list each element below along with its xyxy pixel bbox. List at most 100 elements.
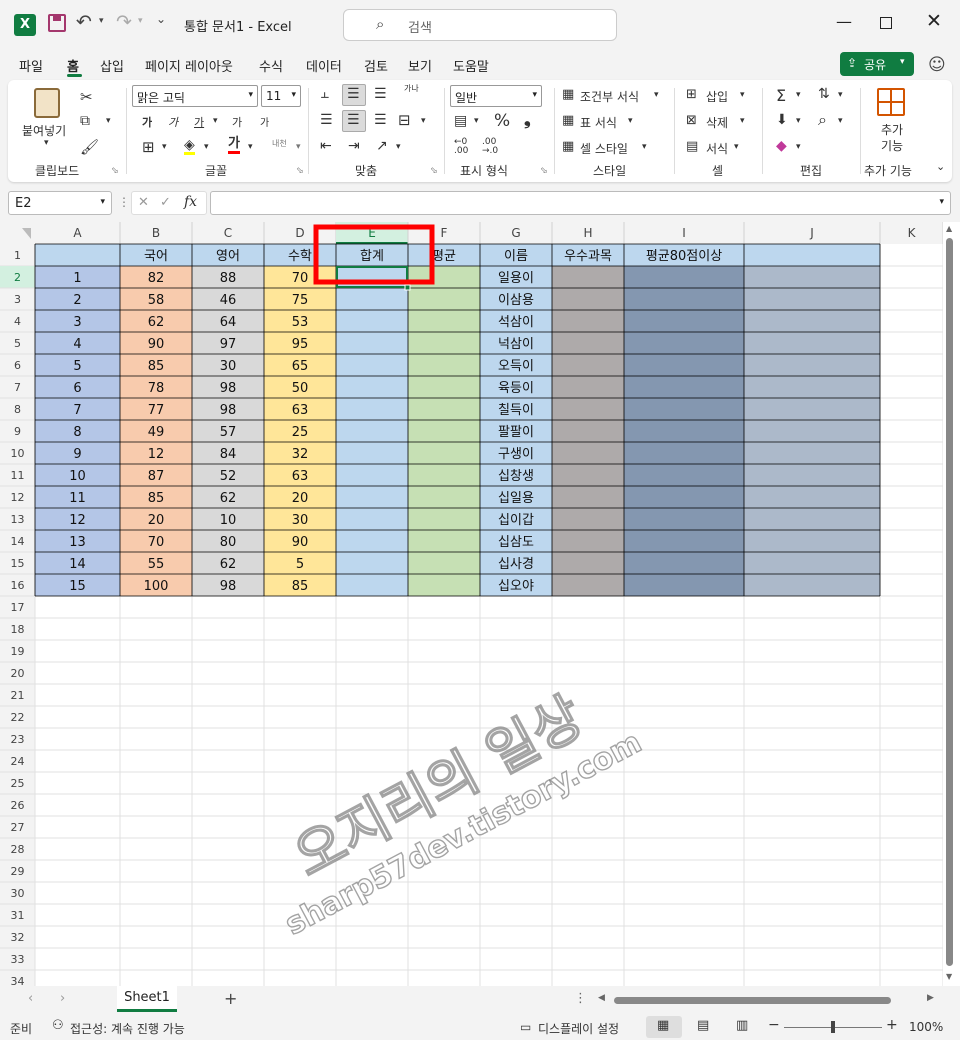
undo-icon[interactable]: ↶ [76,11,92,33]
prev-sheet-icon[interactable]: ‹ [28,991,33,1006]
clipboard-launcher-icon[interactable]: ⬂ [111,166,119,176]
next-sheet-icon[interactable]: › [60,991,65,1006]
addins-icon[interactable] [877,88,905,116]
addins-button[interactable]: 추가 기능 [878,122,906,154]
formula-bar-handle-icon[interactable]: ⋮ [118,195,130,209]
comma-style-icon[interactable]: ❟ [524,110,531,130]
formula-input[interactable]: ▾ [210,191,951,215]
fill-color-dropdown-icon[interactable]: ▾ [204,142,209,152]
minimize-button[interactable]: — [836,12,852,31]
paste-dropdown-icon[interactable]: ▾ [44,138,49,148]
clear-dropdown-icon[interactable]: ▾ [796,142,801,152]
scroll-up-icon[interactable]: ▲ [946,224,952,233]
sort-filter-icon[interactable]: ⇅ [818,86,830,102]
find-select-dropdown-icon[interactable]: ▾ [838,116,843,126]
chevron-down-icon[interactable]: ▾ [740,116,745,126]
display-settings-button[interactable]: 디스플레이 설정 [538,1020,619,1037]
tab-page-layout[interactable]: 페이지 레이아웃 [145,56,233,75]
redo-icon[interactable]: ↷ [116,11,132,33]
font-name-combo[interactable]: 맑은 고딕 ▾ [132,85,258,107]
chevron-down-icon[interactable]: ▾ [654,90,659,100]
orientation-button[interactable]: 가나 [404,84,419,93]
scroll-right-icon[interactable]: ▶ [927,993,934,1003]
underline-dropdown-icon[interactable]: ▾ [213,116,218,126]
format-cells-button[interactable]: 서식 [706,140,728,157]
underline-button[interactable]: 가 [194,114,204,130]
chevron-down-icon[interactable]: ▾ [740,90,745,100]
zoom-slider-thumb[interactable] [831,1021,835,1033]
zoom-level[interactable]: 100% [909,1020,943,1034]
page-layout-view-icon[interactable]: ▤ [697,1018,709,1033]
tab-review[interactable]: 검토 [364,56,388,75]
cut-icon[interactable]: ✂ [80,88,93,106]
scroll-left-icon[interactable]: ◀ [598,993,605,1003]
insert-function-icon[interactable]: fx [184,194,197,210]
maximize-button[interactable] [880,17,892,29]
decrease-decimal-icon[interactable]: .00 →.0 [482,138,498,156]
font-size-combo[interactable]: 11 ▾ [261,85,301,107]
increase-decimal-icon[interactable]: ←0.00 [454,138,468,156]
cancel-icon[interactable]: ✕ [138,195,149,210]
copy-dropdown-icon[interactable]: ▾ [106,116,111,126]
find-select-icon[interactable]: ⌕ [818,110,827,130]
accounting-format-icon[interactable]: ▤ [454,113,467,129]
paste-icon[interactable] [34,88,60,118]
tab-file[interactable]: 파일 [19,56,43,75]
phonetic-dropdown-icon[interactable]: ▾ [296,142,301,152]
chevron-down-icon[interactable]: ▾ [734,142,739,152]
tab-formulas[interactable]: 수식 [259,56,283,75]
increase-indent-icon[interactable]: ⇥ [348,138,360,154]
chevron-down-icon[interactable]: ▾ [628,116,633,126]
autosum-dropdown-icon[interactable]: ▾ [796,90,801,100]
chevron-down-icon[interactable]: ▾ [642,142,647,152]
paste-button[interactable]: 붙여넣기 [22,122,66,139]
merge-center-icon[interactable]: ⊟ [398,111,411,129]
font-color-button[interactable]: 가 [228,136,240,154]
tab-help[interactable]: 도움말 [453,56,489,75]
conditional-format-button[interactable]: 조건부 서식 [580,88,639,105]
horizontal-scroll-thumb[interactable] [614,997,891,1004]
tab-split-handle-icon[interactable]: ⋮ [574,991,587,1006]
sheet-tab-sheet1[interactable]: Sheet1 [117,986,177,1012]
bold-button[interactable]: 가 [142,114,152,130]
search-box[interactable]: ⌕ 검색 [343,9,617,41]
redo-dropdown-icon[interactable]: ▾ [138,16,143,26]
page-break-view-icon[interactable]: ▥ [736,1018,748,1033]
tab-home[interactable]: 홈 [67,56,79,75]
alignment-launcher-icon[interactable]: ⬂ [430,166,438,176]
accessibility-status[interactable]: 접근성: 계속 진행 가능 [70,1020,185,1037]
collapse-ribbon-icon[interactable]: ⌄ [936,160,945,173]
zoom-in-icon[interactable]: + [886,1017,898,1033]
add-sheet-icon[interactable]: + [224,989,237,1008]
fill-color-icon[interactable]: ◈ [184,138,195,155]
tab-insert[interactable]: 삽입 [100,56,124,75]
merge-dropdown-icon[interactable]: ▾ [421,116,426,126]
italic-button[interactable]: 가 [168,114,178,130]
align-top-icon[interactable]: ⫠ [320,84,329,102]
vertical-scrollbar[interactable]: ▲ ▼ [943,222,960,986]
format-painter-icon[interactable]: 🖌 [80,138,99,156]
fill-icon[interactable]: ⬇ [776,112,788,128]
align-left-icon[interactable]: ☰ [320,112,333,128]
tab-view[interactable]: 보기 [408,56,432,75]
customize-qat-icon[interactable]: ⌄ [156,12,166,26]
undo-dropdown-icon[interactable]: ▾ [99,16,104,26]
borders-dropdown-icon[interactable]: ▾ [162,142,167,152]
orientation-dropdown-icon[interactable]: ▾ [396,142,401,152]
phonetic-button[interactable]: 내천 [272,138,287,149]
number-format-combo[interactable]: 일반 ▾ [450,85,542,107]
orientation-icon[interactable]: ↗ [376,138,388,154]
copy-icon[interactable]: ⧉ [80,113,90,129]
align-right-icon[interactable]: ☰ [374,112,387,128]
enter-icon[interactable]: ✓ [160,195,171,210]
percent-icon[interactable]: % [494,111,510,131]
name-box[interactable]: E2 ▾ [8,191,112,215]
clear-icon[interactable]: ◆ [776,138,787,154]
worksheet-grid[interactable]: A B C D E F G H I J K 1 2 3 4 5 6 7 8 9 10 11 12 13 14 15 16 17 18 19… [0,222,943,986]
worksheet-canvas[interactable]: A B C D E F G H I J K12345678910111213141516171819… [0,222,943,986]
decrease-indent-icon[interactable]: ⇤ [320,138,332,154]
scroll-down-icon[interactable]: ▼ [946,972,952,981]
borders-icon[interactable]: ⊞ [142,138,155,156]
insert-cells-button[interactable]: 삽입 [706,88,728,105]
decrease-font-button[interactable]: 가 [260,114,269,129]
